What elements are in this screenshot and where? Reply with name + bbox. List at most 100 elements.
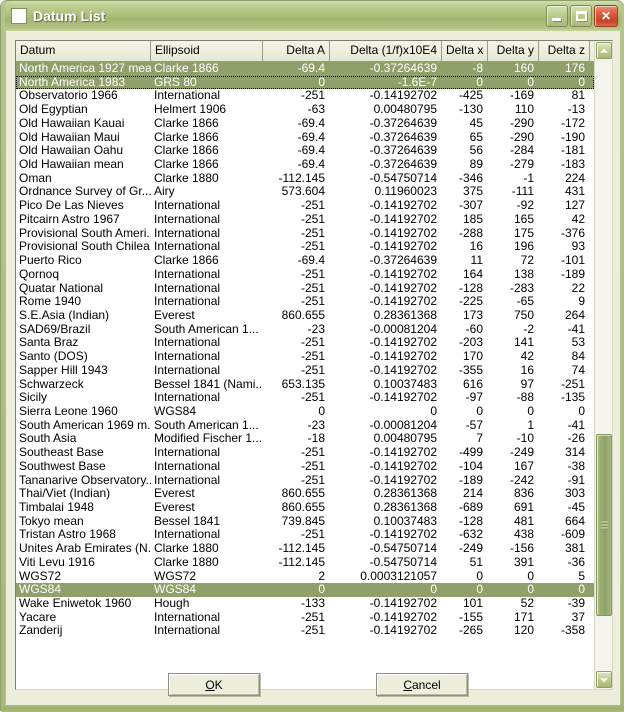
table-cell: Southwest Base	[19, 459, 106, 473]
table-row[interactable]: Provisional South Chilea... International…	[16, 240, 594, 254]
table-cell: Tristan Astro 1968	[19, 528, 116, 542]
table-row[interactable]: Schwarzeck Bessel 1841 (Nami... 653.135 0.1…	[16, 378, 594, 392]
table-cell: Clarke 1866	[154, 130, 219, 144]
table-cell: 53	[571, 336, 585, 350]
column-header-delta-x[interactable]: Delta x	[442, 41, 488, 62]
table-row[interactable]: Oman Clarke 1880 -112.145 -0.54750714 -346 -1…	[16, 172, 594, 186]
table-row[interactable]: Pico De Las Nieves International -251 -0.14…	[16, 199, 594, 213]
table-cell: -104	[458, 459, 483, 473]
table-row[interactable]: Tokyo mean Bessel 1841 739.845 0.10037483 -1…	[16, 515, 594, 529]
table-row[interactable]: Old Egyptian Helmert 1906 -63 0.00480795 -13…	[16, 103, 594, 117]
column-header-ellipsoid[interactable]: Ellipsoid	[151, 41, 263, 62]
table-cell: South American 1969 m...	[19, 418, 151, 432]
table-cell: 175	[513, 226, 534, 240]
table-cell: -0.37264639	[369, 116, 437, 130]
table-row[interactable]: S.E.Asia (Indian) Everest 860.655 0.2836136…	[16, 309, 594, 323]
table-cell: -251	[300, 391, 325, 405]
minimize-button[interactable]	[546, 5, 568, 27]
table-cell: 196	[513, 240, 534, 254]
table-cell: 438	[513, 528, 534, 542]
table-row[interactable]: Thai/Viet (Indian) Everest 860.655 0.283613…	[16, 487, 594, 501]
table-row[interactable]: Santo (DOS) International -251 -0.14192702 1…	[16, 350, 594, 364]
table-row[interactable]: Sierra Leone 1960 WGS84 0 0 0 0 0	[16, 405, 594, 419]
scroll-up-button[interactable]	[596, 42, 612, 59]
table-cell: -0.14192702	[369, 240, 437, 254]
table-cell: 860.655	[281, 501, 325, 514]
table-cell: -251	[300, 528, 325, 542]
table-cell: -92	[516, 199, 534, 213]
table-row[interactable]: Viti Levu 1916 Clarke 1880 -112.145 -0.5475…	[16, 556, 594, 570]
table-row[interactable]: Old Hawaiian Kauai Clarke 1866 -69.4 -0.372…	[16, 117, 594, 131]
table-cell: 0	[527, 583, 534, 597]
table-row[interactable]: Southeast Base International -251 -0.141927…	[16, 446, 594, 460]
datum-listview[interactable]: Datum Ellipsoid Delta A Delta (1/f)x10E4 Del…	[15, 40, 613, 690]
table-cell: 0	[527, 569, 534, 583]
scrollbar-thumb[interactable]	[596, 434, 612, 616]
table-row[interactable]: Qornoq International -251 -0.14192702 164 138…	[16, 268, 594, 282]
column-header-delta-1-f-x10e4[interactable]: Delta (1/f)x10E4	[330, 41, 442, 62]
table-row[interactable]: North America 1927 mean Clarke 1866 -69.4 -…	[16, 62, 594, 76]
table-cell: -128	[458, 514, 483, 528]
table-cell: Sicily	[19, 391, 48, 405]
table-cell: South American 1...	[154, 322, 259, 336]
table-cell: -251	[300, 473, 325, 487]
table-cell: -0.14192702	[369, 363, 437, 377]
table-cell: -290	[509, 130, 534, 144]
table-row[interactable]: SAD69/Brazil South American 1... -23 -0.000…	[16, 323, 594, 337]
titlebar[interactable]: Datum List ✕	[5, 1, 621, 31]
table-row[interactable]: WGS84 WGS84 0 0 0 0 0	[16, 583, 594, 598]
table-row[interactable]: Wake Eniwetok 1960 Hough -133 -0.14192702 10…	[16, 597, 594, 611]
table-cell: -251	[300, 267, 325, 281]
table-cell: -183	[560, 158, 585, 172]
table-row[interactable]: Sicily International -251 -0.14192702 -97 -88…	[16, 391, 594, 405]
table-row[interactable]: Puerto Rico Clarke 1866 -69.4 -0.37264639 11…	[16, 254, 594, 268]
table-cell: 5	[578, 569, 585, 583]
ok-button[interactable]: OK	[168, 673, 260, 696]
table-row[interactable]: Unites Arab Emirates (N... Clarke 1880 -11…	[16, 542, 594, 556]
table-row[interactable]: WGS72 WGS72 2 0.0003121057 0 0 5	[16, 570, 594, 584]
table-cell: 22	[571, 281, 585, 295]
table-cell: -189	[560, 267, 585, 281]
table-cell: 120	[513, 624, 534, 638]
table-row[interactable]: Ordnance Survey of Gr... Airy 573.604 0.119…	[16, 185, 594, 199]
table-row[interactable]: Old Hawaiian Oahu Clarke 1866 -69.4 -0.3726…	[16, 144, 594, 158]
maximize-button[interactable]	[570, 5, 592, 27]
cancel-button[interactable]: Cancel	[376, 673, 468, 696]
table-row[interactable]: South Asia Modified Fischer 1... -18 0.0048…	[16, 432, 594, 446]
table-cell: -69.4	[297, 158, 325, 172]
table-row[interactable]: South American 1969 m... South American 1…	[16, 419, 594, 433]
table-row[interactable]: Old Hawaiian Maui Clarke 1866 -69.4 -0.3726…	[16, 131, 594, 145]
table-cell: 101	[462, 597, 483, 611]
table-row[interactable]: Provisional South Ameri... International -…	[16, 227, 594, 241]
table-cell: 42	[520, 350, 534, 364]
table-row[interactable]: Timbalai 1948 Everest 860.655 0.28361368 -68…	[16, 501, 594, 515]
table-row[interactable]: Quatar National International -251 -0.14192…	[16, 282, 594, 296]
table-cell: -251	[300, 624, 325, 638]
table-row[interactable]: Pitcairn Astro 1967 International -251 -0.1…	[16, 213, 594, 227]
table-row[interactable]: Yacare International -251 -0.14192702 -155 17…	[16, 611, 594, 625]
table-cell: -41	[567, 418, 585, 432]
column-header-delta-a[interactable]: Delta A	[263, 41, 330, 62]
column-header-delta-y[interactable]: Delta y	[488, 41, 539, 62]
column-header-delta-z[interactable]: Delta z	[539, 41, 590, 62]
table-row[interactable]: Southwest Base International -251 -0.141927…	[16, 460, 594, 474]
table-row[interactable]: Santa Braz International -251 -0.14192702 -2…	[16, 336, 594, 350]
table-header-row: Datum Ellipsoid Delta A Delta (1/f)x10E4 Del…	[16, 41, 594, 62]
close-button[interactable]: ✕	[594, 5, 618, 27]
table-cell: -0.14192702	[369, 473, 437, 487]
table-cell: Unites Arab Emirates (N...	[19, 542, 151, 556]
table-cell: 0.28361368	[373, 487, 437, 501]
table-row[interactable]: Tristan Astro 1968 International -251 -0.14…	[16, 528, 594, 542]
table-row[interactable]: Zanderij International -251 -0.14192702 -265…	[16, 624, 594, 638]
table-row[interactable]: Tananarive Observatory... International -2…	[16, 474, 594, 488]
table-cell: -242	[509, 473, 534, 487]
table-row[interactable]: Rome 1940 International -251 -0.14192702 -22…	[16, 295, 594, 309]
table-cell: International	[154, 281, 221, 295]
column-header-datum[interactable]: Datum	[16, 41, 151, 62]
table-row[interactable]: North America 1983 GRS 80 0 -1.6E-7 0 0 0	[16, 75, 594, 90]
table-row[interactable]: Old Hawaiian mean Clarke 1866 -69.4 -0.3726…	[16, 158, 594, 172]
vertical-scrollbar[interactable]	[594, 41, 612, 689]
table-row[interactable]: Sapper Hill 1943 International -251 -0.1419…	[16, 364, 594, 378]
table-row[interactable]: Observatorio 1966 International -251 -0.141…	[16, 89, 594, 103]
table-cell: Everest	[154, 501, 195, 514]
